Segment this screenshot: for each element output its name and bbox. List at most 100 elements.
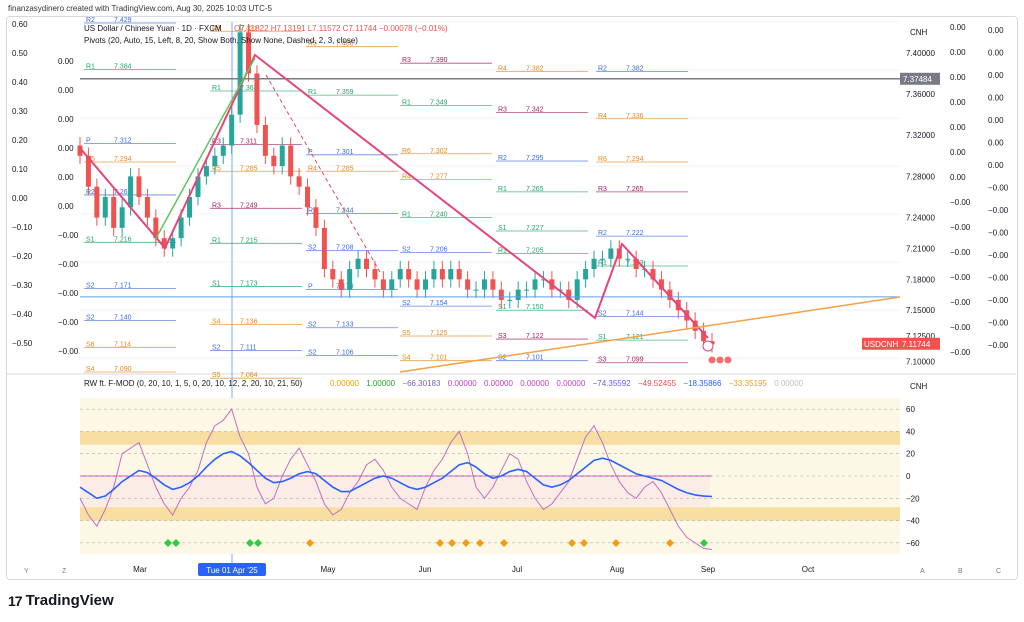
event-marker-icon (723, 355, 733, 365)
pivot-value: 7.342 (526, 107, 544, 114)
uptrend-line (154, 57, 256, 241)
pivot-name: S1 (212, 281, 221, 288)
left-scale-label: 0.20 (12, 136, 28, 145)
marked-level-value: 7.37484 (903, 75, 932, 84)
candle-body (372, 269, 378, 280)
toolbar-scale-button: Z (62, 568, 67, 575)
candle-body (271, 155, 277, 167)
candle-body (389, 279, 395, 290)
left-scale-label: 0.60 (12, 20, 28, 29)
pivot-name: R1 (402, 99, 411, 106)
candle-body (321, 227, 327, 270)
x-tick-label: Sep (701, 565, 716, 574)
candle-body (144, 197, 150, 218)
pivot-value: 7.154 (430, 300, 448, 307)
left-scale-label: 0.00 (58, 173, 74, 182)
pivot-value: 7.090 (114, 366, 132, 373)
candle-body (380, 279, 386, 290)
pivot-name: R4 (598, 113, 607, 120)
indicator-legend-value: 0.00000 (774, 379, 803, 388)
indicator-legend-value: −49.52455 (638, 379, 677, 388)
indicator-tick-label: −60 (906, 539, 920, 548)
tradingview-brand[interactable]: 17 TradingView (8, 592, 114, 609)
right-scale-label: −0.00 (988, 341, 1009, 350)
indicator-legend-value: 0.00000 (330, 379, 359, 388)
pivot-value: 7.249 (240, 202, 258, 209)
pivot-value: 7.429 (114, 17, 132, 24)
pivot-name: S2 (598, 310, 607, 317)
pivot-name: R6 (402, 148, 411, 155)
right-scale-label: −0.00 (950, 198, 971, 207)
pivot-value: 7.205 (526, 248, 544, 255)
tradingview-chart[interactable]: R27.429R67.421R57.406R37.390R47.382R27.3… (0, 0, 1024, 580)
pivot-value: 7.227 (526, 225, 544, 232)
pivot-value: 7.302 (430, 148, 448, 155)
candle-body (515, 289, 521, 300)
left-scale-label: −0.40 (12, 310, 33, 319)
candle-body (583, 269, 589, 280)
right-scale-label: 0.00 (988, 71, 1004, 80)
pivot-value: 7.222 (626, 230, 644, 237)
x-tick-label: Aug (610, 565, 624, 574)
candle-body (296, 176, 302, 187)
indicator-legend-value: −74.35592 (593, 379, 632, 388)
pivot-name: S2 (86, 283, 95, 290)
right-scale-label: −0.00 (988, 229, 1009, 238)
indicator-pane: 60 40 20 0 −20 −40 −60 RW ft. F-MOD (0, 20, 10,… (79, 379, 928, 554)
indicator-legend-value: −66.30183 (402, 379, 441, 388)
pivot-value: 7.114 (114, 341, 131, 348)
candle-body (608, 248, 614, 259)
pivot-name: S1 (86, 236, 95, 243)
pivot-value: 7.312 (114, 137, 132, 144)
candle-body (136, 176, 142, 197)
indicator-tick-label: 20 (906, 450, 915, 459)
pivot-name: S2 (86, 315, 95, 322)
pivot-name: S3 (598, 357, 607, 364)
pivot-name: S5 (402, 330, 411, 337)
x-tick-label: Jun (419, 565, 432, 574)
y-tick-label: 7.21000 (906, 244, 935, 253)
right-scale-label: 0.00 (988, 94, 1004, 103)
indicator-legend-value: 0.00000 (520, 379, 549, 388)
toolbar-scale-button: A (920, 568, 925, 575)
pivot-value: 7.125 (430, 330, 448, 337)
left-scale-label: 0.30 (12, 107, 28, 116)
trendline-drawing (79, 53, 709, 339)
pivot-value: 7.382 (626, 65, 644, 72)
right-scale-label: −0.00 (950, 298, 971, 307)
indicator-currency-label: CNH (910, 382, 928, 391)
last-price-symbol: USDCNH (864, 340, 898, 349)
pivot-value: 7.382 (526, 65, 544, 72)
pivot-name: R1 (212, 85, 221, 92)
candle-body (305, 186, 311, 208)
pivot-value: 7.101 (430, 355, 448, 362)
left-scale-label: 0.40 (12, 78, 28, 87)
pivot-name: S2 (308, 245, 317, 252)
pivot-name: R4 (498, 65, 507, 72)
pivot-value: 7.140 (114, 315, 132, 322)
candle-body (338, 279, 344, 290)
time-badge-label: Tue 01 Apr '25 (206, 566, 258, 575)
pivot-name: S2 (402, 247, 411, 254)
candle-body (262, 124, 268, 156)
price-legend: US Dollar / Chinese Yuan · 1D · FXCM O7.1… (84, 24, 448, 45)
brand-name: TradingView (25, 592, 114, 609)
x-tick-label: Oct (802, 565, 815, 574)
right-scale-label: −0.00 (950, 248, 971, 257)
toolbar-scale-button: B (958, 568, 963, 575)
candle-body (439, 269, 445, 280)
x-tick-label: Mar (133, 565, 147, 574)
diagonal-support-line (399, 296, 901, 373)
right-scale-label: −0.00 (950, 273, 971, 282)
currency-label: CNH (910, 28, 928, 37)
indicator-legend-value: 1.00000 (366, 379, 395, 388)
candle-body (397, 269, 403, 280)
pivot-name: R5 (212, 165, 221, 172)
pivot-value: 7.349 (430, 99, 448, 106)
candle-body (203, 166, 209, 177)
pivot-value: 7.106 (336, 350, 354, 357)
pivot-name: R6 (598, 156, 607, 163)
candle-body (473, 289, 479, 291)
pivot-name: R3 (212, 202, 221, 209)
pivot-name: R1 (498, 186, 507, 193)
